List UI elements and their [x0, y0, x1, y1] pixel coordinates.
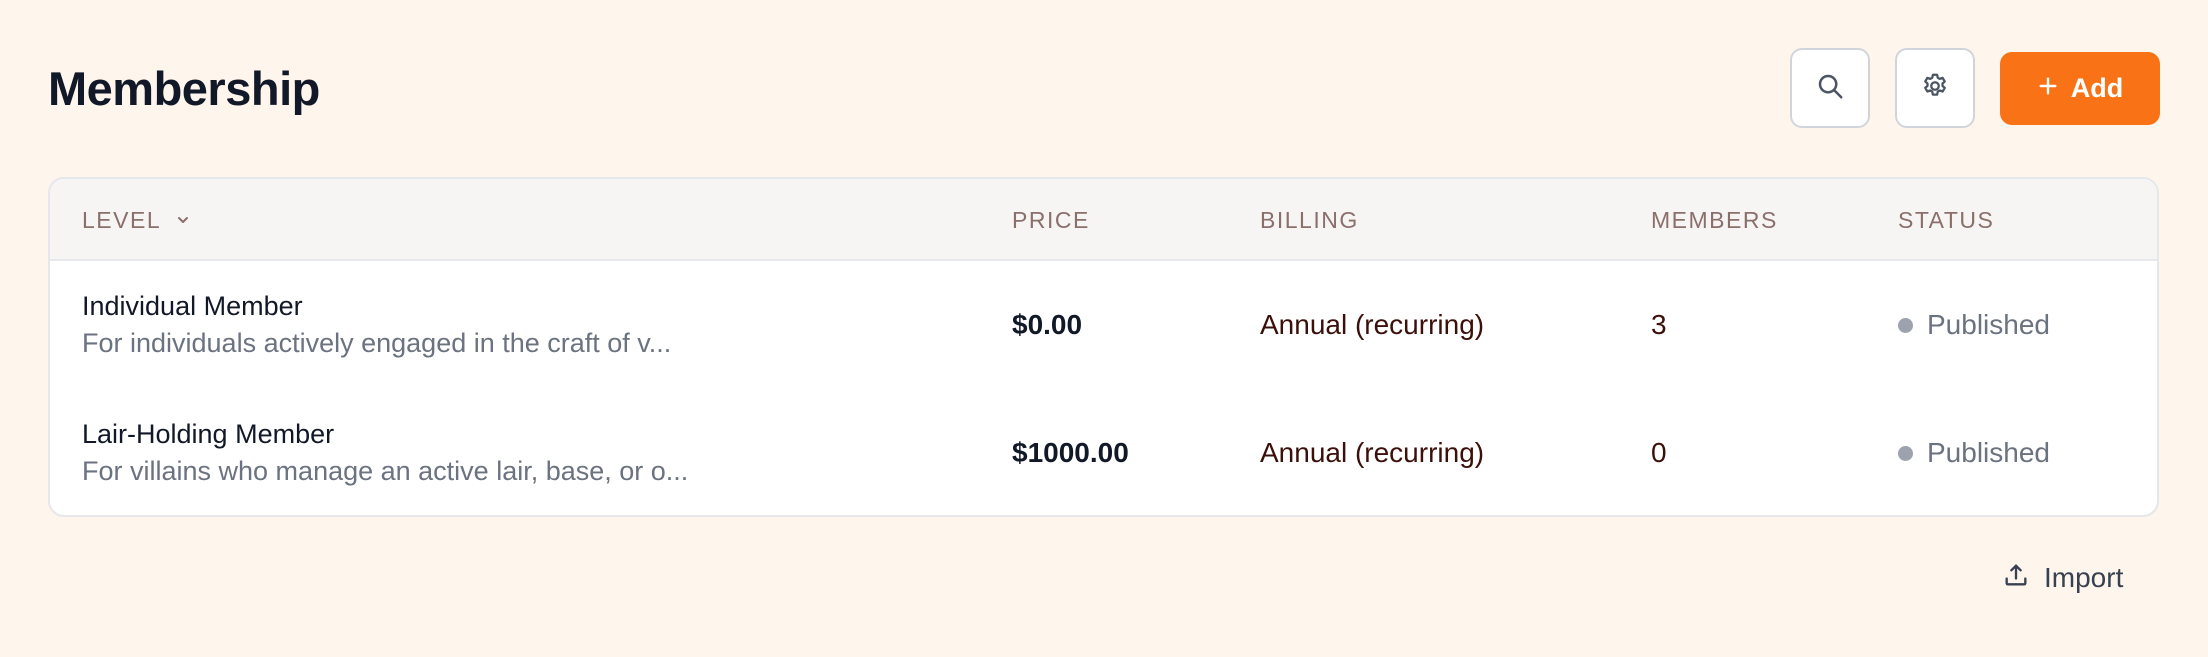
page-title: Membership	[48, 61, 320, 115]
column-header-level[interactable]: LEVEL	[82, 179, 191, 261]
search-button[interactable]	[1790, 48, 1870, 128]
gear-icon	[1920, 71, 1950, 106]
add-button[interactable]: Add	[2000, 51, 2160, 125]
billing-cell: Annual (recurring)	[1260, 389, 1485, 515]
level-cell: Individual Member For individuals active…	[82, 261, 671, 389]
price-cell: $1000.00	[1012, 389, 1129, 515]
page: Membership Add LEVEL PRICE BILLING MEMBE…	[0, 0, 2208, 657]
members-count: 0	[1651, 437, 1667, 468]
level-name[interactable]: Individual Member	[82, 291, 303, 322]
column-label-billing: BILLING	[1260, 206, 1359, 233]
table-header: LEVEL PRICE BILLING MEMBERS STATUS	[50, 179, 2157, 261]
import-label: Import	[2044, 562, 2124, 593]
settings-button[interactable]	[1895, 48, 1975, 128]
status-dot	[1898, 317, 1913, 333]
price-value: $0.00	[1012, 309, 1083, 340]
billing-value: Annual (recurring)	[1260, 309, 1485, 340]
upload-icon	[2002, 561, 2030, 596]
billing-cell: Annual (recurring)	[1260, 261, 1484, 389]
level-name[interactable]: Lair-Holding Member	[82, 419, 334, 450]
membership-table: LEVEL PRICE BILLING MEMBERS STATUS Indiv…	[48, 177, 2159, 517]
import-button[interactable]: Import	[2002, 558, 2123, 598]
price-cell: $0.00	[1012, 261, 1082, 389]
level-cell: Lair-Holding Member For villains who man…	[82, 389, 689, 515]
table-row[interactable]: Individual Member For individuals active…	[50, 261, 2157, 389]
column-header-status: STATUS	[1898, 179, 1994, 261]
column-label-price: PRICE	[1012, 206, 1090, 233]
header-actions: Add	[1790, 48, 2160, 128]
status-dot	[1898, 445, 1913, 461]
level-description: For individuals actively engaged in the …	[82, 328, 672, 358]
price-value: $1000.00	[1012, 437, 1129, 468]
column-label-status: STATUS	[1898, 206, 1995, 233]
status-cell: Published	[1898, 389, 2050, 515]
status-cell: Published	[1898, 261, 2050, 389]
members-cell: 0	[1651, 389, 1667, 515]
chevron-down-icon	[175, 212, 191, 228]
add-button-label: Add	[2070, 72, 2124, 103]
members-count: 3	[1651, 309, 1667, 340]
members-cell: 3	[1651, 261, 1667, 389]
page-header: Membership Add	[48, 48, 2160, 128]
status-label: Published	[1927, 437, 2050, 468]
plus-icon	[2037, 73, 2059, 104]
billing-value: Annual (recurring)	[1260, 437, 1485, 468]
table-row[interactable]: Lair-Holding Member For villains who man…	[50, 389, 2157, 515]
column-header-members: MEMBERS	[1651, 179, 1778, 261]
search-icon	[1815, 71, 1845, 106]
column-label-level: LEVEL	[82, 206, 162, 233]
level-description: For villains who manage an active lair, …	[82, 456, 689, 486]
column-header-billing: BILLING	[1260, 179, 1359, 261]
status-label: Published	[1927, 309, 2050, 340]
column-label-members: MEMBERS	[1651, 206, 1778, 233]
column-header-price: PRICE	[1012, 179, 1090, 261]
